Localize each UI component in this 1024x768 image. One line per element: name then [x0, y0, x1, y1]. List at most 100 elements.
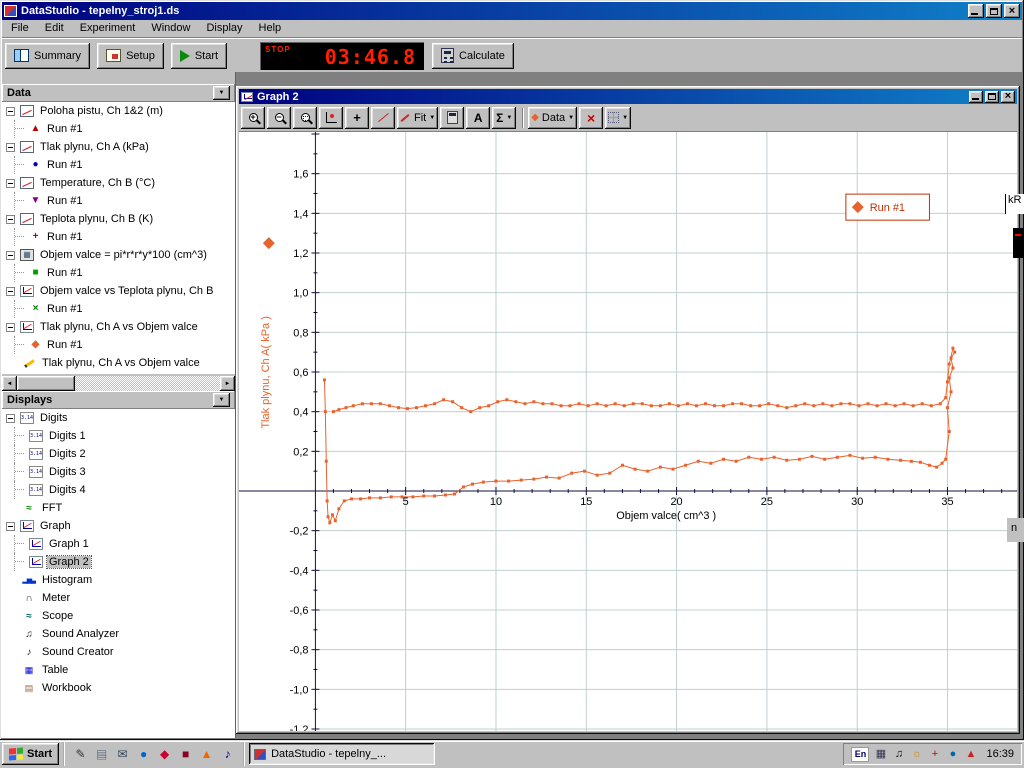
data-item[interactable]: Objem valce = pi*r*r*y*100 (cm^3)	[2, 246, 235, 264]
tray-volume-icon[interactable]: ♫	[891, 749, 906, 760]
menu-help[interactable]: Help	[251, 20, 290, 37]
graph-calculator-button[interactable]	[440, 107, 464, 129]
expander-icon[interactable]	[6, 287, 15, 296]
scrollbar-thumb[interactable]	[17, 376, 75, 391]
scrollbar-track[interactable]	[17, 376, 220, 391]
display-item-sound-analyzer[interactable]: Sound Analyzer	[2, 625, 235, 643]
scale-to-fit-button[interactable]	[319, 107, 343, 129]
menu-file[interactable]: File	[3, 20, 37, 37]
display-item-scope[interactable]: Scope	[2, 607, 235, 625]
data-item[interactable]: Temperature, Ch B (°C)	[2, 174, 235, 192]
menu-display[interactable]: Display	[198, 20, 250, 37]
display-subitem-graph-2[interactable]: Graph 2	[2, 553, 235, 571]
tray-update-icon[interactable]: ▲	[963, 749, 978, 760]
graph-minimize-button[interactable]	[969, 91, 983, 103]
expander-icon[interactable]	[6, 143, 15, 152]
close-button[interactable]: ×	[1004, 4, 1020, 18]
display-subitem-digits-4[interactable]: Digits 4	[2, 481, 235, 499]
run-item[interactable]: ▲Run #1	[2, 120, 235, 138]
data-item[interactable]: Teplota plynu, Ch B (K)	[2, 210, 235, 228]
expander-icon[interactable]	[6, 215, 15, 224]
slope-tool-button[interactable]	[371, 107, 395, 129]
text-annotation-button[interactable]: A	[466, 107, 490, 129]
run-item[interactable]: +Run #1	[2, 228, 235, 246]
expander-icon[interactable]	[6, 251, 15, 260]
tray-display-icon[interactable]: ▦	[873, 749, 888, 760]
display-item-meter[interactable]: Meter	[2, 589, 235, 607]
menu-edit[interactable]: Edit	[37, 20, 72, 37]
zoom-out-button[interactable]: −	[267, 107, 291, 129]
graph-window-titlebar[interactable]: Graph 2 ×	[239, 89, 1017, 104]
graph-maximize-button[interactable]	[985, 91, 999, 103]
display-item-histogram[interactable]: Histogram	[2, 571, 235, 589]
display-item-graph[interactable]: Graph	[2, 517, 235, 535]
graph-close-button[interactable]: ×	[1001, 91, 1015, 103]
graph-settings-button[interactable]: ▼	[605, 107, 631, 129]
calculate-button[interactable]: Calculate	[432, 43, 514, 69]
menu-window[interactable]: Window	[143, 20, 198, 37]
data-section-header[interactable]: Data ▼	[2, 84, 235, 102]
language-indicator[interactable]: En	[851, 747, 869, 762]
data-menu-button[interactable]: ◆Data▼	[528, 107, 577, 129]
run-item[interactable]: ●Run #1	[2, 156, 235, 174]
zoom-in-button[interactable]: +	[241, 107, 265, 129]
chart[interactable]: 51015202530351,61,41,21,00,80,60,40,2-0,…	[239, 132, 1017, 731]
data-tree-hscrollbar[interactable]: ◄ ►	[2, 376, 235, 391]
display-subitem-graph-1[interactable]: Graph 1	[2, 535, 235, 553]
run-item[interactable]: ×Run #1	[2, 300, 235, 318]
scroll-left-button[interactable]: ◄	[2, 376, 17, 391]
expander-icon[interactable]	[6, 323, 15, 332]
statistics-menu-button[interactable]: Σ▼	[492, 107, 516, 129]
quicklaunch-media-icon[interactable]: ◆	[155, 745, 174, 764]
displays-section-header[interactable]: Displays ▼	[2, 391, 235, 409]
quicklaunch-music-icon[interactable]: ♪	[218, 745, 237, 764]
data-item[interactable]: Tlak plynu, Ch A vs Objem valce	[2, 354, 235, 372]
quicklaunch-book-icon[interactable]: ■	[176, 745, 195, 764]
delete-button[interactable]: ×	[579, 107, 603, 129]
legend[interactable]: Run #1	[846, 194, 930, 220]
display-subitem-digits-2[interactable]: Digits 2	[2, 445, 235, 463]
tray-scheduler-icon[interactable]: ☼	[909, 749, 924, 760]
expander-icon[interactable]	[6, 107, 15, 116]
data-section-menu-button[interactable]: ▼	[213, 86, 230, 100]
data-item[interactable]: Tlak plynu, Ch A vs Objem valce	[2, 318, 235, 336]
setup-button[interactable]: Setup	[97, 43, 164, 69]
maximize-button[interactable]	[986, 4, 1002, 18]
data-item[interactable]: Tlak plynu, Ch A (kPa)	[2, 138, 235, 156]
scroll-right-button[interactable]: ►	[220, 376, 235, 391]
display-subitem-digits-1[interactable]: Digits 1	[2, 427, 235, 445]
run-item[interactable]: ▼Run #1	[2, 192, 235, 210]
start-button[interactable]: Start	[171, 43, 227, 69]
quicklaunch-mail-icon[interactable]: ✉	[113, 745, 132, 764]
tray-network-icon[interactable]: ●	[945, 749, 960, 760]
smart-tool-button[interactable]: +	[345, 107, 369, 129]
expander-icon[interactable]	[6, 414, 15, 423]
quicklaunch-document-icon[interactable]: ▤	[92, 745, 111, 764]
quicklaunch-notes-icon[interactable]: ✎	[71, 745, 90, 764]
run-item[interactable]: ◆Run #1	[2, 336, 235, 354]
expander-icon[interactable]	[6, 522, 15, 531]
datastudio-task-button[interactable]: DataStudio - tepelny_...	[249, 743, 435, 765]
data-item[interactable]: Objem valce vs Teplota plynu, Ch B	[2, 282, 235, 300]
summary-button[interactable]: Summary	[5, 43, 90, 69]
data-item[interactable]: Poloha pistu, Ch 1&2 (m)	[2, 102, 235, 120]
fit-menu-button[interactable]: Fit▼	[397, 107, 438, 129]
menu-experiment[interactable]: Experiment	[72, 20, 144, 37]
plot-area[interactable]: 51015202530351,61,41,21,00,80,60,40,2-0,…	[239, 131, 1017, 731]
run-item[interactable]: ■Run #1	[2, 264, 235, 282]
display-item-workbook[interactable]: Workbook	[2, 679, 235, 697]
display-item-table[interactable]: Table	[2, 661, 235, 679]
display-item-sound-creator[interactable]: Sound Creator	[2, 643, 235, 661]
tray-antivirus-icon[interactable]: +	[927, 749, 942, 760]
minimize-button[interactable]	[968, 4, 984, 18]
display-item-fft[interactable]: FFT	[2, 499, 235, 517]
display-subitem-digits-3[interactable]: Digits 3	[2, 463, 235, 481]
quicklaunch-fire-icon[interactable]: ▲	[197, 745, 216, 764]
quicklaunch-browser-icon[interactable]: ●	[134, 745, 153, 764]
titlebar[interactable]: DataStudio - tepelny_stroj1.ds ×	[2, 2, 1022, 20]
zoom-select-button[interactable]	[293, 107, 317, 129]
display-item-digits[interactable]: Digits	[2, 409, 235, 427]
expander-icon[interactable]	[6, 179, 15, 188]
start-menu-button[interactable]: Start	[2, 743, 59, 765]
displays-section-menu-button[interactable]: ▼	[213, 393, 230, 407]
